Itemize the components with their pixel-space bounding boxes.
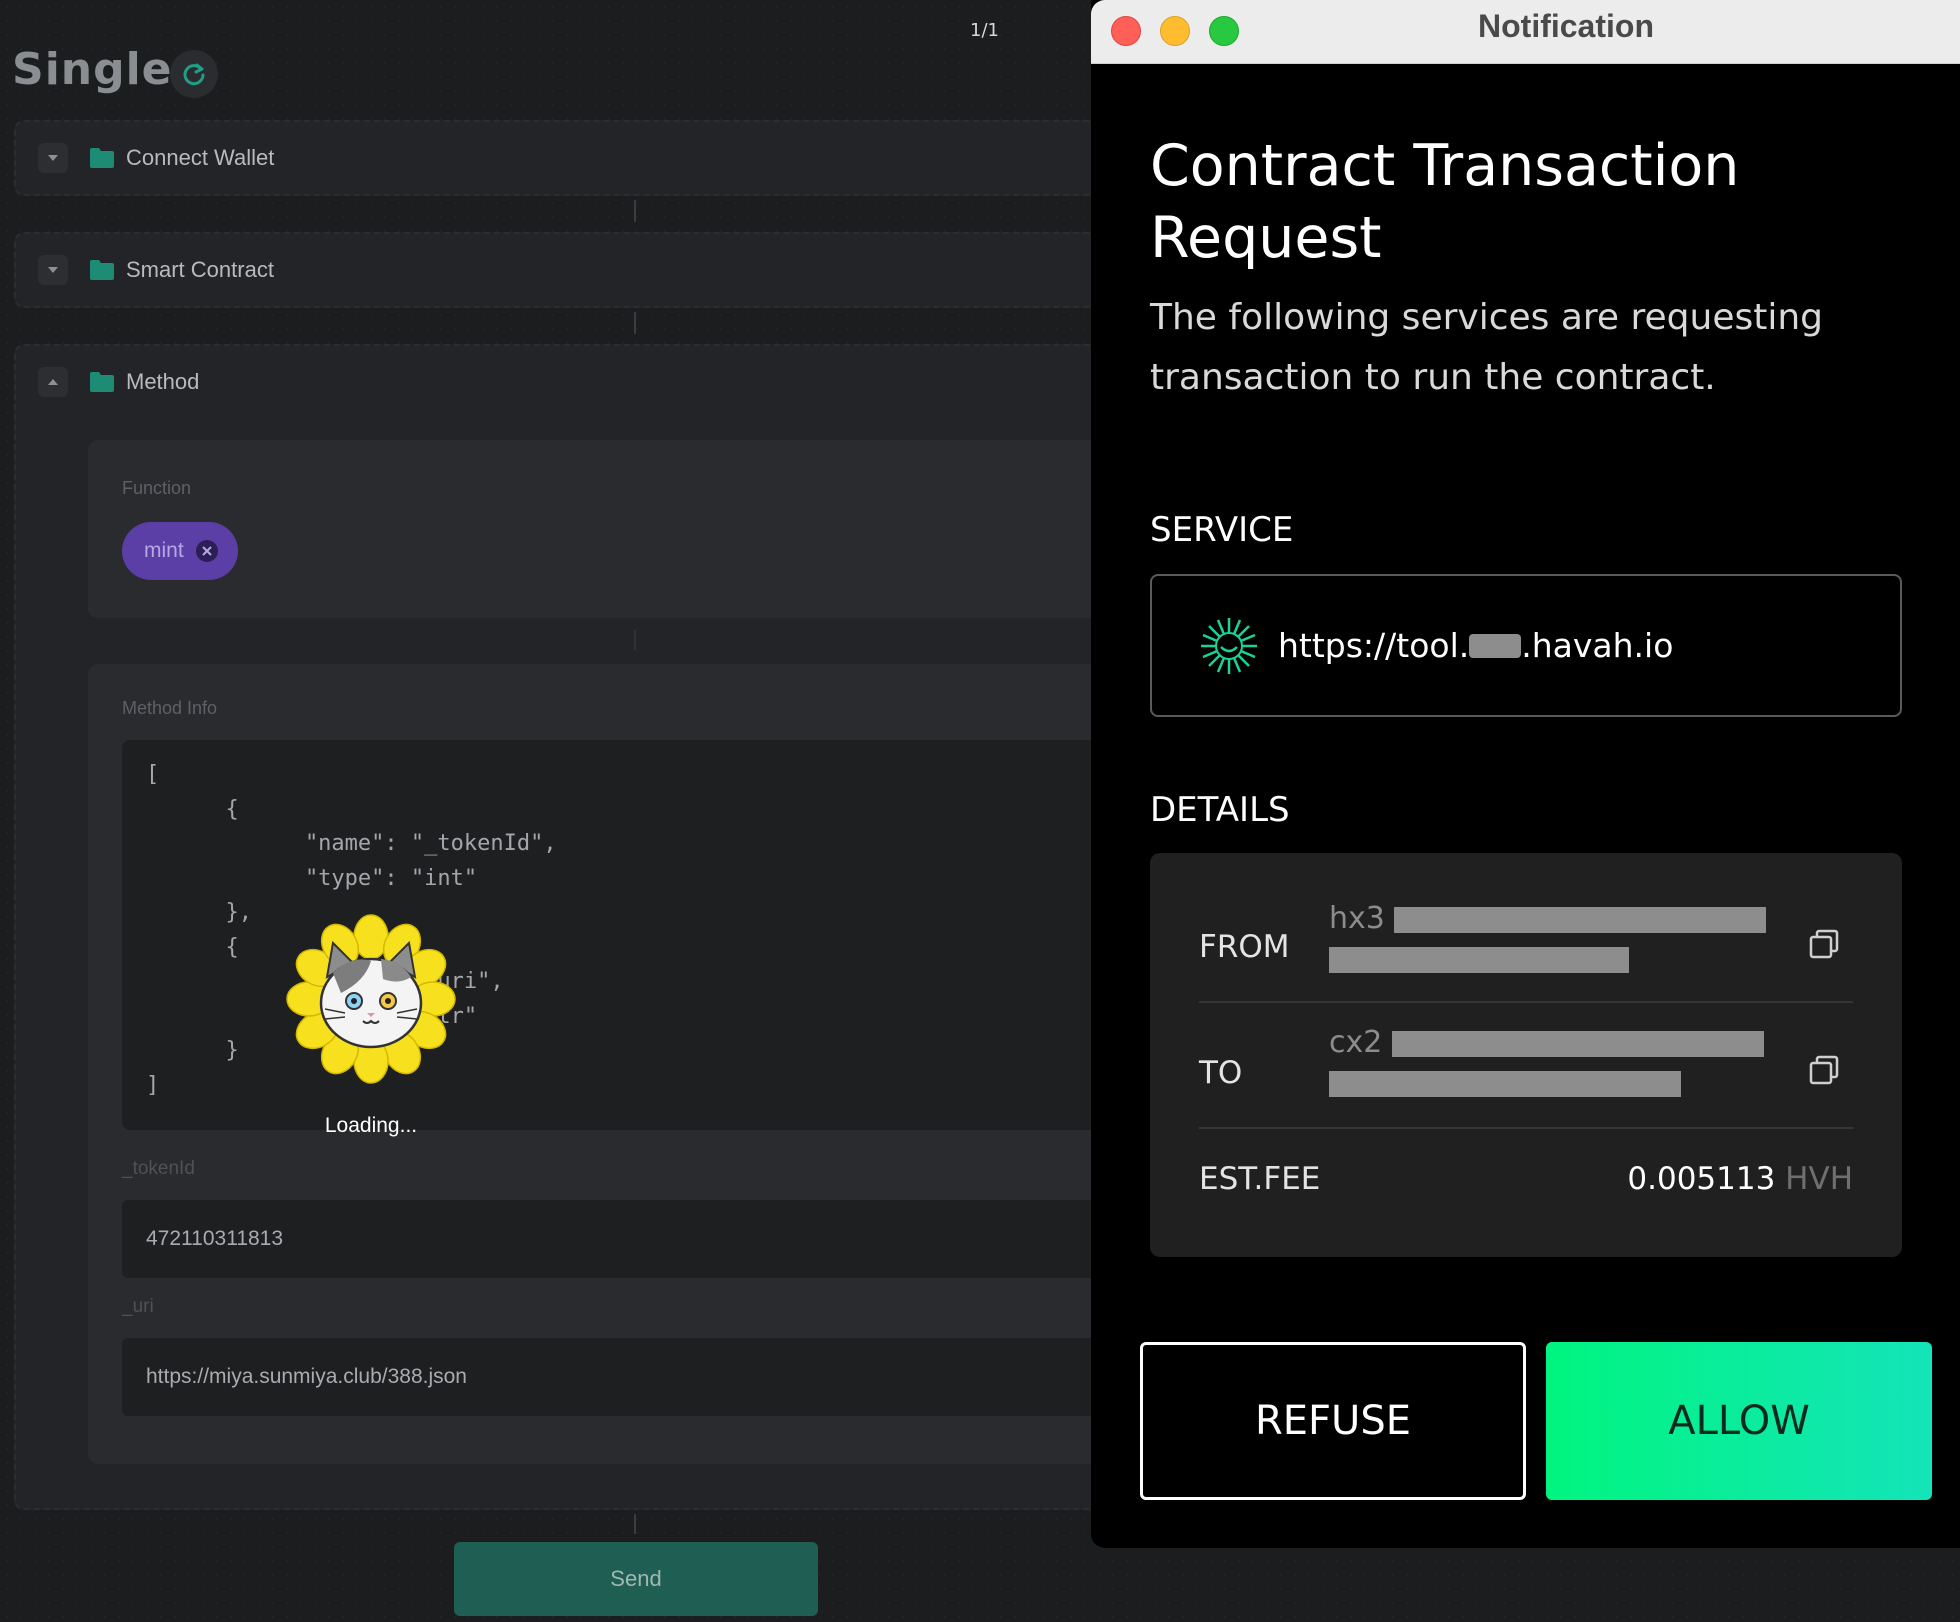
redacted-block [1329, 1070, 1681, 1097]
detail-row-from: FROM hx3 [1199, 901, 1853, 997]
function-chip-label: mint [144, 539, 184, 562]
service-url: https://tool. .havah.io [1278, 626, 1673, 665]
details-heading: DETAILS [1150, 790, 1290, 830]
window-title: Notification [1478, 8, 1654, 44]
folder-icon [90, 148, 114, 168]
loading-text: Loading... [324, 1114, 418, 1137]
uri-input[interactable]: https://miya.sunmiya.club/388.json [122, 1338, 1188, 1416]
connector-line [634, 312, 636, 334]
detail-row-to: TO cx2 [1199, 1025, 1853, 1121]
window-titlebar[interactable]: Notification [1091, 0, 1960, 64]
fee-value: 0.005113 HVH [1627, 1161, 1853, 1197]
token-id-label: _tokenId [122, 1158, 195, 1179]
chip-remove-button[interactable] [195, 540, 218, 562]
folder-icon [90, 372, 114, 392]
section-label: Smart Contract [126, 257, 274, 282]
section-label: Connect Wallet [126, 145, 275, 170]
to-address-prefix: cx2 [1329, 1025, 1383, 1060]
fee-amount: 0.005113 [1627, 1161, 1776, 1197]
service-heading: SERVICE [1150, 510, 1294, 550]
uri-label: _uri [122, 1296, 154, 1317]
collapse-toggle[interactable] [38, 367, 68, 397]
from-label: FROM [1199, 929, 1290, 965]
to-address: cx2 [1329, 1025, 1764, 1097]
fee-label: EST.FEE [1199, 1161, 1321, 1197]
caret-down-icon [48, 267, 58, 273]
app-title: Single [12, 44, 173, 95]
refresh-button[interactable] [170, 50, 218, 98]
section-label: Method [126, 369, 200, 394]
send-button[interactable]: Send [454, 1542, 818, 1616]
caret-down-icon [48, 155, 58, 161]
function-panel: Function mint [88, 440, 1188, 618]
cat-flower-loader-icon [286, 914, 456, 1084]
service-url-suffix: .havah.io [1521, 626, 1674, 665]
function-label: Function [122, 478, 192, 498]
copy-icon[interactable] [1805, 1051, 1845, 1091]
refresh-icon [183, 63, 205, 86]
details-box: FROM hx3 TO cx2 EST.FEE 0.005113 HVH [1150, 853, 1902, 1257]
from-address-prefix: hx3 [1329, 901, 1385, 936]
copy-icon[interactable] [1805, 925, 1845, 965]
redacted-block [1391, 1030, 1764, 1057]
connector-line [634, 200, 636, 222]
collapse-toggle[interactable] [38, 255, 68, 285]
page-counter: 1/1 [970, 20, 999, 41]
section-smart-contract[interactable]: Smart Contract [14, 232, 1194, 308]
token-id-input[interactable]: 472110311813 [122, 1200, 1188, 1278]
notification-window: Notification Contract Transaction Reques… [1091, 0, 1960, 1548]
collapse-toggle[interactable] [38, 143, 68, 173]
redacted-block [1469, 633, 1522, 658]
redacted-block [1329, 946, 1629, 973]
method-info-code-box: [ { "name": "_tokenId", "type": "int" },… [122, 740, 1182, 1130]
redacted-block [1394, 906, 1767, 933]
folder-icon [90, 260, 114, 280]
function-chip[interactable]: mint [122, 522, 238, 580]
from-address: hx3 [1329, 901, 1767, 973]
allow-button[interactable]: ALLOW [1546, 1342, 1932, 1500]
connector-line [634, 1514, 636, 1534]
caret-up-icon [48, 379, 58, 385]
refuse-button[interactable]: REFUSE [1140, 1342, 1526, 1500]
section-connect-wallet[interactable]: Connect Wallet [14, 120, 1194, 196]
request-subtitle: The following services are requesting tr… [1150, 297, 1824, 398]
divider [1199, 1001, 1853, 1003]
service-url-prefix: https://tool. [1278, 626, 1470, 665]
close-icon [201, 546, 212, 556]
request-title: Contract Transaction Request [1150, 133, 1740, 271]
divider [1199, 1127, 1853, 1129]
to-label: TO [1199, 1055, 1243, 1091]
havah-logo-icon [1201, 617, 1257, 674]
service-box: https://tool. .havah.io [1150, 574, 1902, 717]
connector-line [634, 630, 636, 650]
detail-row-fee: EST.FEE 0.005113 HVH [1199, 1161, 1853, 1211]
method-info-label: Method Info [122, 698, 218, 718]
fee-unit: HVH [1785, 1161, 1853, 1197]
